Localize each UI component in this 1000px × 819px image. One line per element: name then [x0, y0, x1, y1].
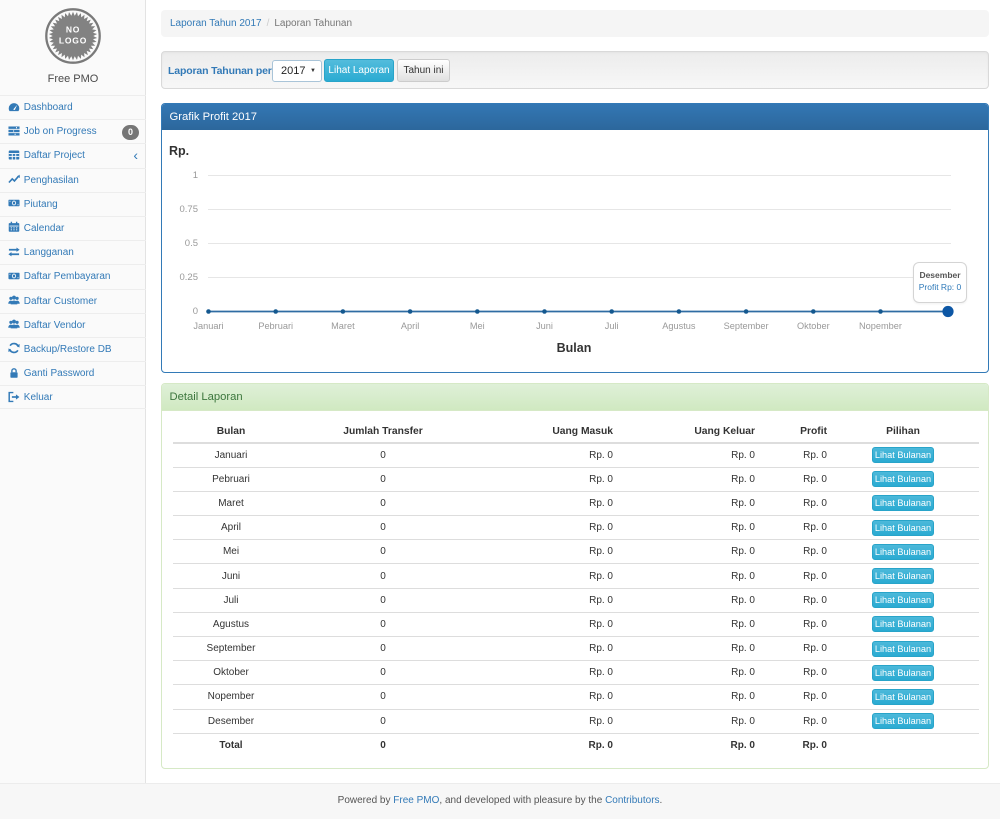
svg-text:NO: NO [66, 25, 80, 35]
svg-text:LOGO: LOGO [59, 36, 87, 46]
